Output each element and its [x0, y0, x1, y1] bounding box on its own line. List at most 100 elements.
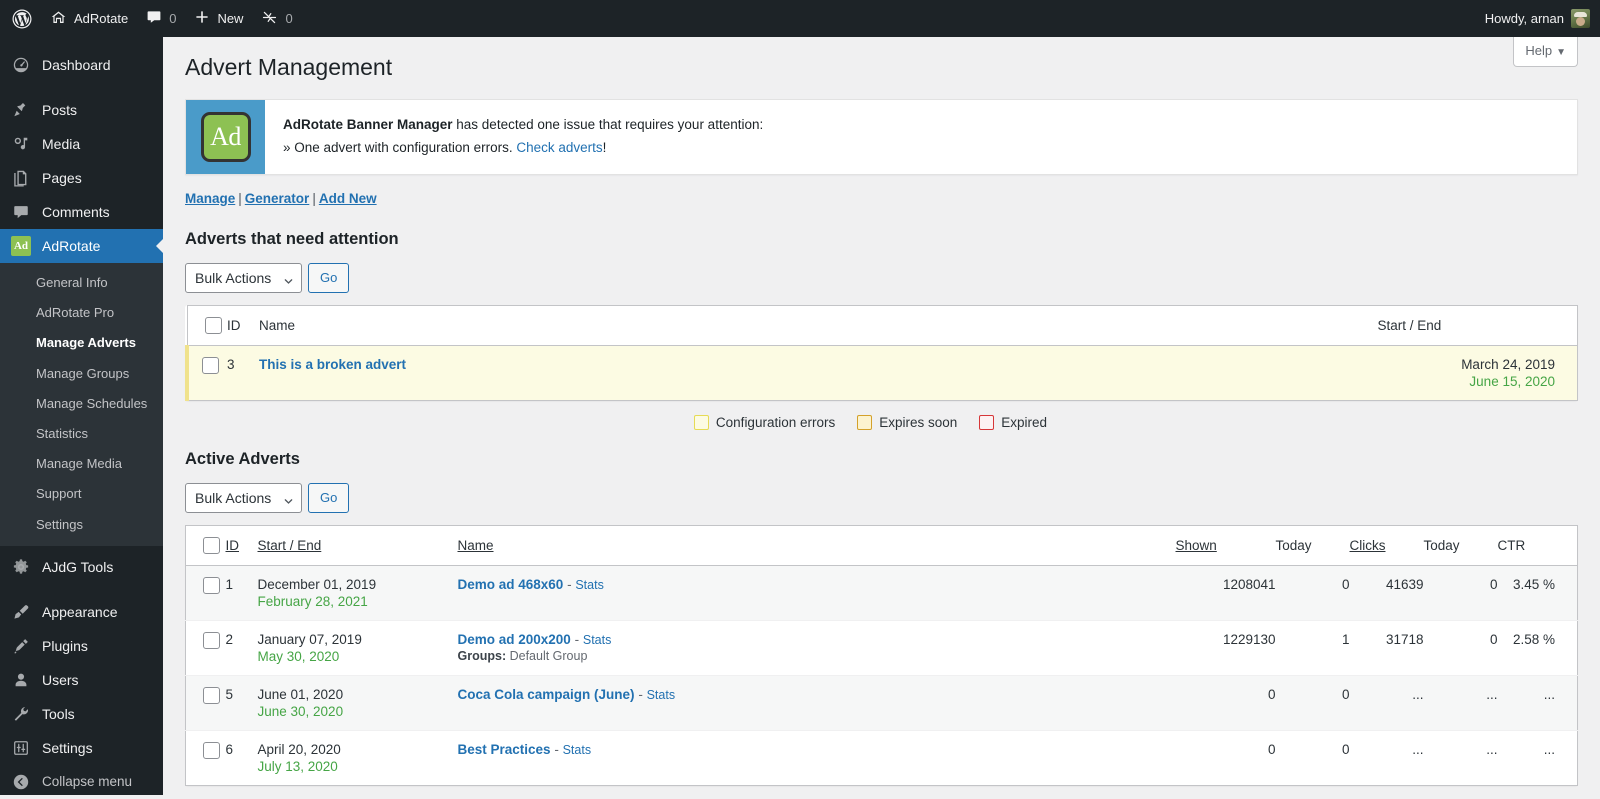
active-row-shown: 1229130 [1175, 619, 1276, 676]
sidebar-item-tools[interactable]: Tools [0, 697, 163, 731]
wordpress-logo-button[interactable] [0, 0, 41, 37]
row-start-date: April 20, 2020 [257, 741, 341, 757]
wordpress-logo-icon [12, 9, 32, 29]
active-row-dates: June 01, 2020 June 30, 2020 [257, 674, 458, 731]
table-row: 5 June 01, 2020 June 30, 2020 Coca Cola … [185, 674, 1578, 731]
sidebar-item-settings[interactable]: Settings [0, 731, 163, 765]
sidebar-item-label: AdRotate [42, 238, 101, 254]
attention-go-button[interactable]: Go [308, 262, 350, 293]
active-row-clicks-today: 0 [1423, 619, 1498, 676]
page-title: Advert Management [185, 54, 393, 80]
active-row-checkbox[interactable] [203, 686, 220, 704]
attention-header-id: ID [227, 305, 259, 346]
sidebar-subitem-support[interactable]: Support [0, 479, 163, 509]
sidebar-subitem-statistics[interactable]: Statistics [0, 419, 163, 449]
table-header-row: ID Name Start / End [187, 305, 1578, 346]
active-table-head: ID Start / End Name Shown Today Clicks T… [185, 525, 1578, 566]
active-header-id: ID [225, 525, 258, 566]
sidebar-item-label: AJdG Tools [42, 558, 114, 575]
sort-startend-link[interactable]: Start / End [258, 538, 322, 553]
nav-generator-link[interactable]: Generator [245, 191, 310, 206]
sidebar-item-adrotate[interactable]: Ad AdRotate [0, 229, 163, 263]
active-row-ctr: 3.45 % [1497, 565, 1578, 621]
sidebar-item-label: Tools [42, 705, 75, 722]
home-icon [50, 9, 67, 29]
sort-name-link[interactable]: Name [458, 538, 494, 553]
sidebar-subitem-adrotate-pro[interactable]: AdRotate Pro [0, 298, 163, 328]
sidebar-subitem-settings[interactable]: Settings [0, 510, 163, 540]
legend-swatch-config-errors [693, 414, 709, 430]
sidebar-subitem-manage-groups[interactable]: Manage Groups [0, 359, 163, 389]
advert-stats-link[interactable]: Stats [583, 633, 612, 647]
sidebar-subitem-manage-media[interactable]: Manage Media [0, 449, 163, 479]
adrotate-ad-icon: Ad [11, 236, 31, 256]
sidebar-item-media[interactable]: Media [0, 127, 163, 161]
sidebar-subitem-general-info[interactable]: General Info [0, 268, 163, 298]
advert-link[interactable]: Demo ad 468x60 [458, 577, 564, 592]
sidebar-subitem-manage-schedules[interactable]: Manage Schedules [0, 389, 163, 419]
legend-label: Expired [1001, 414, 1048, 430]
active-row-name-cell: Best Practices - Stats [457, 729, 1176, 786]
sidebar-item-label: Comments [42, 204, 110, 220]
sidebar-item-label: Pages [42, 170, 82, 186]
notice-logo: Ad [186, 99, 265, 174]
account-menu[interactable]: Howdy, arnan [1473, 0, 1590, 37]
nav-sep-2: | [312, 190, 316, 206]
sidebar-item-dashboard[interactable]: Dashboard [0, 48, 163, 82]
comments-button[interactable]: 0 [137, 0, 185, 37]
nav-manage-link[interactable]: Manage [185, 191, 235, 206]
advert-link[interactable]: Coca Cola campaign (June) [458, 687, 635, 702]
sidebar-item-collapse-menu[interactable]: Collapse menu [0, 765, 163, 799]
attention-row-checkbox[interactable] [202, 356, 219, 374]
dashboard-icon [11, 55, 31, 75]
attention-row-id: 3 [227, 345, 259, 401]
sidebar-item-label: Users [42, 671, 79, 688]
nav-add-new-link[interactable]: Add New [319, 191, 377, 206]
sort-shown-link[interactable]: Shown [1176, 538, 1217, 553]
sidebar-item-plugins[interactable]: Plugins [0, 629, 163, 663]
name-dash: - [638, 686, 643, 702]
attention-bulk-actions-select[interactable]: Bulk Actions [185, 262, 302, 293]
sidebar-item-users[interactable]: Users [0, 663, 163, 697]
new-content-button[interactable]: New [185, 0, 252, 37]
attention-select-all-checkbox[interactable] [204, 316, 222, 334]
sort-id-link[interactable]: ID [226, 538, 240, 553]
check-adverts-link[interactable]: Check adverts [516, 140, 602, 155]
collapse-arrow-icon [11, 772, 31, 792]
sidebar-item-pages[interactable]: Pages [0, 161, 163, 195]
sidebar-item-posts[interactable]: Posts [0, 93, 163, 127]
active-row-checkbox[interactable] [203, 741, 220, 759]
attention-section-title: Adverts that need attention [185, 229, 399, 248]
sidebar-item-appearance[interactable]: Appearance [0, 595, 163, 629]
active-row-checkbox[interactable] [203, 631, 220, 649]
advert-link[interactable]: Best Practices [458, 742, 551, 757]
active-row-name-cell: Coca Cola campaign (June) - Stats [457, 674, 1176, 731]
attention-row-start-date: March 24, 2019 [1461, 356, 1555, 372]
help-tab-button[interactable]: Help ▼ [1513, 37, 1578, 67]
active-row-clicks-today: 0 [1423, 565, 1498, 621]
advert-stats-link[interactable]: Stats [575, 578, 604, 592]
advert-stats-link[interactable]: Stats [563, 743, 592, 757]
advert-link[interactable]: Demo ad 200x200 [458, 632, 571, 647]
attention-advert-link[interactable]: This is a broken advert [259, 357, 406, 372]
jetpack-icon [261, 9, 278, 29]
help-label: Help [1525, 43, 1553, 58]
name-dash: - [554, 741, 559, 757]
sort-clicks-link[interactable]: Clicks [1350, 538, 1386, 553]
sidebar-item-ajdg-tools[interactable]: AJdG Tools [0, 550, 163, 584]
active-go-button[interactable]: Go [308, 482, 350, 513]
sidebar-subitem-manage-adverts[interactable]: Manage Adverts [0, 328, 163, 358]
active-bulk-actions-select[interactable]: Bulk Actions [185, 482, 302, 513]
active-row-shown-today: 0 [1275, 729, 1350, 786]
advert-stats-link[interactable]: Stats [647, 688, 676, 702]
sidebar-item-comments[interactable]: Comments [0, 195, 163, 229]
active-select-all-checkbox[interactable] [203, 536, 220, 554]
active-bulk-bar: Bulk Actions Go [185, 482, 1578, 513]
attention-table-body: 3 This is a broken advert March 24, 2019… [185, 345, 1578, 401]
active-row-checkbox[interactable] [203, 576, 220, 594]
adrotate-logo-icon: Ad [200, 111, 251, 162]
plug-icon [11, 636, 31, 656]
active-row-shown: 1208041 [1175, 565, 1276, 621]
jetpack-button[interactable]: 0 [252, 0, 301, 37]
site-name-button[interactable]: AdRotate [41, 0, 137, 37]
